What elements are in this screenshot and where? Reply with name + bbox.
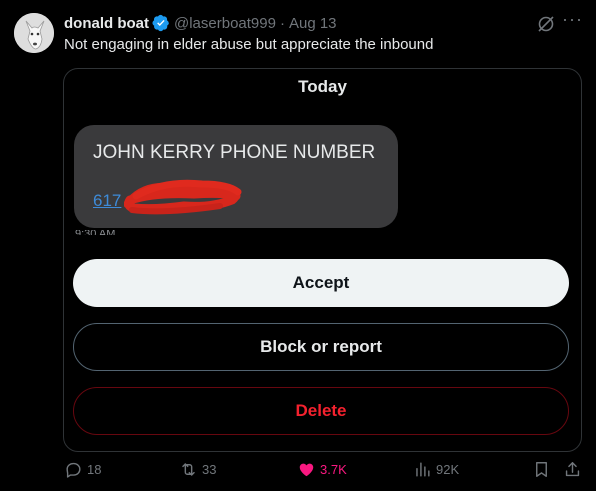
views-icon (416, 462, 430, 477)
share-button[interactable] (563, 460, 586, 479)
screenshot-media[interactable]: Today JOHN KERRY PHONE NUMBER 617 9:30 A… (63, 68, 582, 452)
like-count: 3.7K (320, 462, 347, 477)
views-button[interactable]: 92K (413, 460, 459, 479)
verified-badge-icon (152, 14, 169, 32)
dog-avatar-icon (14, 13, 54, 53)
message-bubble: JOHN KERRY PHONE NUMBER 617 (74, 125, 398, 228)
repost-count: 33 (202, 462, 217, 477)
tweet-actions-bar: 18 33 3.7K 92K (0, 460, 596, 484)
avatar[interactable] (14, 13, 54, 53)
repost-button[interactable]: 33 (179, 460, 216, 479)
tweet-header: donald boat @laserboat999 · Aug 13 (64, 14, 337, 32)
block-or-report-button[interactable]: Block or report (73, 323, 569, 371)
grok-icon[interactable] (536, 14, 556, 34)
repost-icon (182, 463, 195, 476)
reply-count: 18 (87, 462, 102, 477)
author-name[interactable]: donald boat (64, 15, 149, 32)
reply-icon (66, 462, 81, 478)
conversation-date: Today (298, 77, 347, 96)
more-icon[interactable]: ··· (562, 10, 582, 32)
delete-button[interactable]: Delete (73, 387, 569, 435)
bookmark-icon (536, 462, 547, 477)
heart-icon (299, 463, 314, 477)
message-title: JOHN KERRY PHONE NUMBER (93, 142, 376, 163)
redaction-scribble (124, 179, 242, 215)
message-time: 9:30 AM (75, 230, 115, 235)
phone-number-link[interactable]: 617 (93, 191, 121, 211)
share-icon (565, 462, 580, 477)
reply-button[interactable]: 18 (64, 460, 101, 479)
tweet-text: Not engaging in elder abuse but apprecia… (64, 36, 434, 53)
view-count: 92K (436, 462, 460, 477)
separator-dot: · (279, 14, 285, 32)
bookmark-button[interactable] (532, 460, 555, 479)
accept-button[interactable]: Accept (73, 259, 569, 307)
like-button[interactable]: 3.7K (297, 460, 347, 479)
author-handle[interactable]: @laserboat999 (174, 15, 276, 32)
tweet-date[interactable]: Aug 13 (289, 15, 337, 32)
